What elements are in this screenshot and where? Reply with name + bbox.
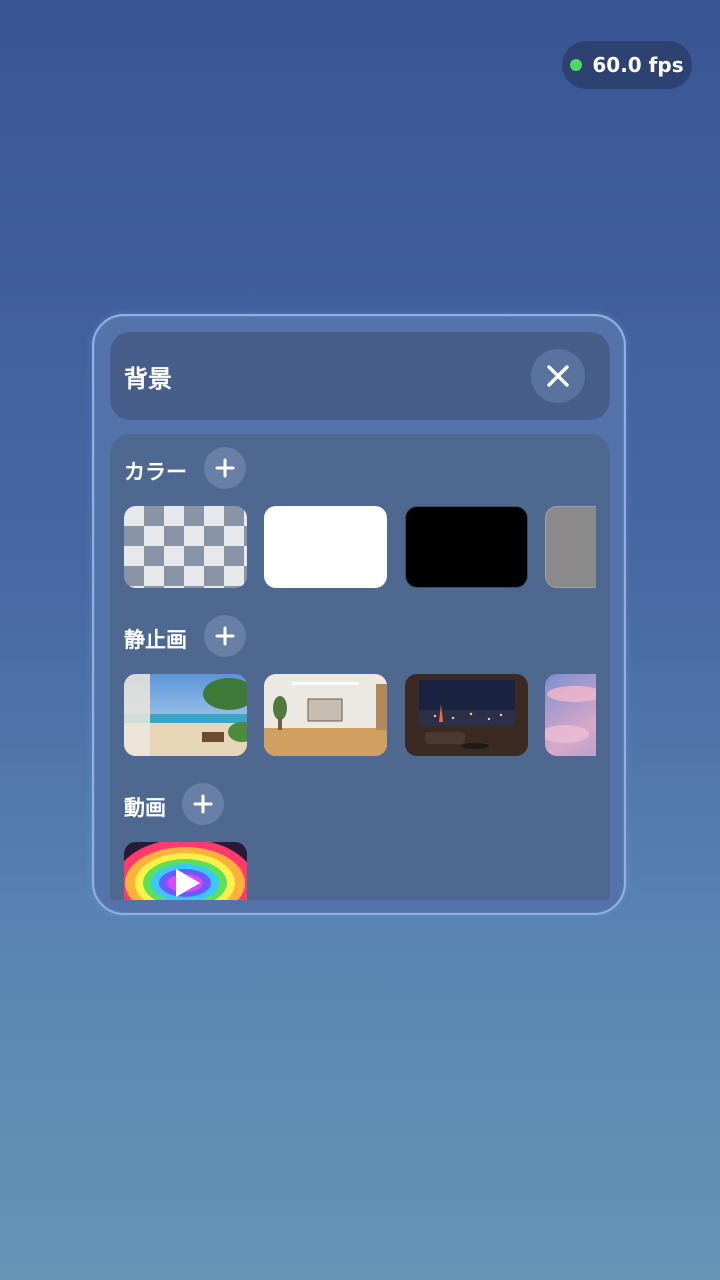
image-thumb-night-city[interactable] — [405, 674, 528, 756]
color-swatch-white[interactable] — [264, 506, 387, 588]
color-list — [124, 506, 596, 590]
status-dot-icon — [570, 59, 583, 71]
color-swatch-transparent[interactable] — [124, 506, 247, 588]
plus-icon — [215, 458, 235, 478]
image-thumb-beach[interactable] — [124, 674, 247, 756]
add-still-image-button[interactable] — [204, 615, 246, 657]
add-video-button[interactable] — [182, 783, 224, 825]
close-icon — [547, 365, 569, 387]
video-list — [124, 842, 596, 900]
section-label-still-image: 静止画 — [124, 628, 187, 652]
add-color-button[interactable] — [204, 447, 246, 489]
panel-header: 背景 — [110, 332, 610, 420]
close-button[interactable] — [531, 349, 585, 403]
section-label-color: カラー — [124, 460, 187, 484]
fps-indicator: 60.0 fps — [562, 41, 692, 89]
image-thumb-white-room[interactable] — [264, 674, 387, 756]
image-thumb-pink-sky[interactable] — [545, 674, 596, 756]
color-swatch-gray[interactable] — [545, 506, 596, 588]
fps-text: 60.0 fps — [592, 53, 684, 77]
plus-icon — [193, 794, 213, 814]
panel-title: 背景 — [124, 365, 172, 393]
background-panel: 背景 カラー 静止画 動画 — [92, 314, 626, 915]
video-thumb-rainbow[interactable] — [124, 842, 247, 900]
plus-icon — [215, 626, 235, 646]
background-options[interactable]: カラー 静止画 動画 — [110, 434, 610, 900]
still-image-list — [124, 674, 596, 758]
section-label-video: 動画 — [124, 796, 166, 820]
color-swatch-black[interactable] — [405, 506, 528, 588]
